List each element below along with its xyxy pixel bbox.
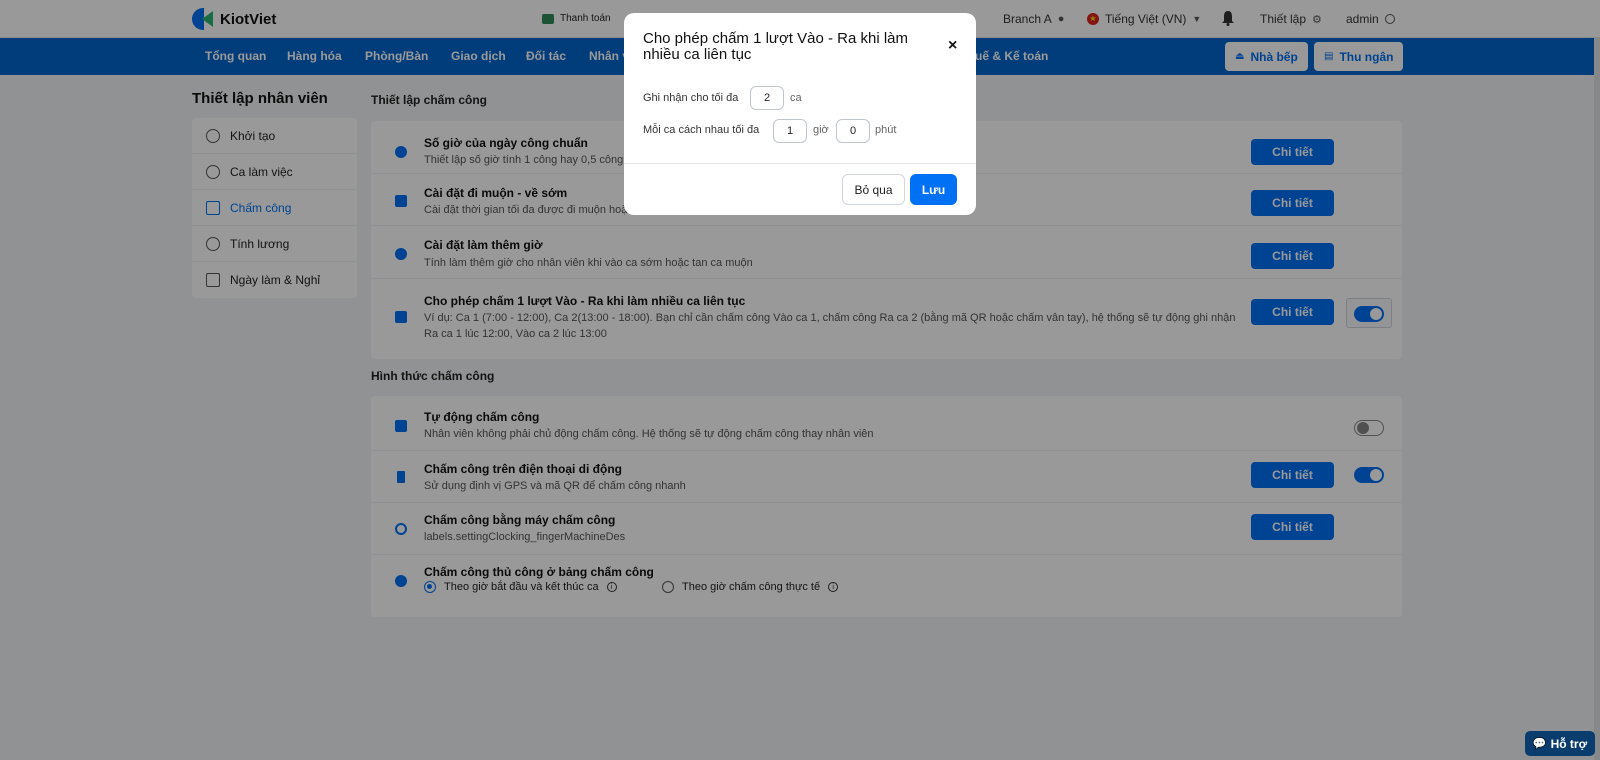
hours-unit: giờ bbox=[813, 124, 829, 136]
max-shifts-unit: ca bbox=[790, 92, 802, 104]
help-button[interactable]: 💬 Hỗ trợ bbox=[1525, 731, 1595, 756]
cancel-button[interactable]: Bỏ qua bbox=[842, 174, 905, 205]
save-button[interactable]: Lưu bbox=[910, 174, 957, 205]
modal-divider bbox=[624, 163, 976, 164]
help-label: Hỗ trợ bbox=[1550, 736, 1588, 751]
gap-hours-input[interactable]: 1 bbox=[773, 119, 807, 143]
max-shifts-input[interactable]: 2 bbox=[750, 86, 784, 110]
close-icon[interactable]: × bbox=[948, 37, 957, 55]
gap-minutes-input[interactable]: 0 bbox=[836, 119, 870, 143]
shift-gap-label: Mỗi ca cách nhau tối đa bbox=[643, 124, 760, 136]
minutes-unit: phút bbox=[875, 124, 897, 136]
max-shifts-label: Ghi nhận cho tối đa bbox=[643, 92, 739, 104]
modal-title: Cho phép chấm 1 lượt Vào - Ra khi làm nh… bbox=[643, 30, 908, 63]
multi-shift-modal: Cho phép chấm 1 lượt Vào - Ra khi làm nh… bbox=[624, 13, 976, 215]
chat-icon: 💬 bbox=[1532, 738, 1547, 750]
